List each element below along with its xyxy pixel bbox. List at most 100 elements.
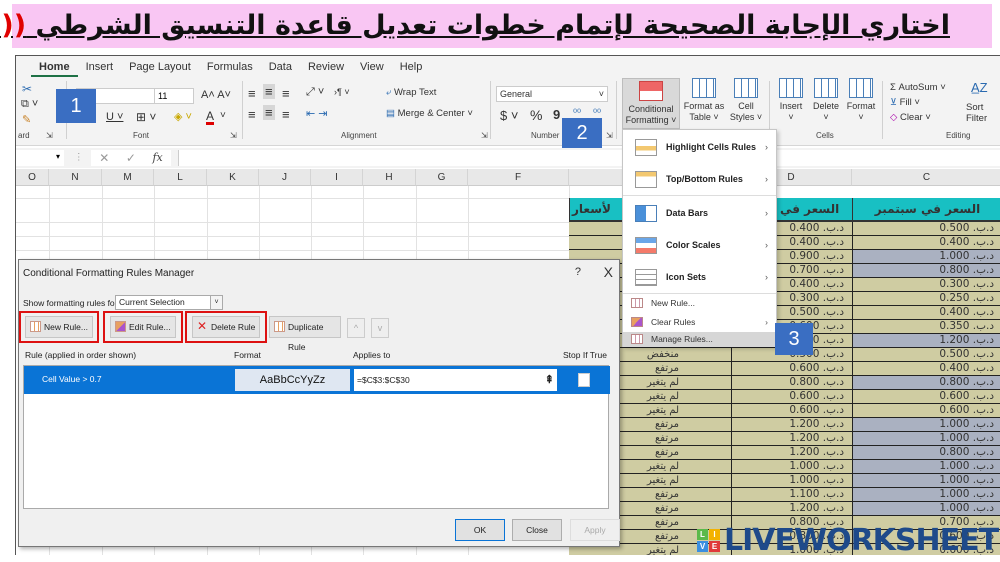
format-as-table-button[interactable]: Format as Table ˅ [682, 78, 726, 123]
cell-c[interactable]: د.ب. 0.400 [852, 362, 1000, 376]
tab-formulas[interactable]: Formulas [199, 61, 261, 77]
tab-review[interactable]: Review [300, 61, 352, 77]
number-format-select[interactable]: General ˅ [496, 86, 608, 102]
cell-c[interactable]: د.ب. 0.600 [852, 404, 1000, 418]
menu-item-new-rule[interactable]: New Rule... [623, 294, 776, 313]
clear-button[interactable]: ◇ Clear ˅ [890, 112, 931, 123]
column-header-i[interactable]: I [311, 169, 363, 186]
cell-c[interactable]: د.ب. 0.800 [852, 264, 1000, 278]
stop-if-true-checkbox[interactable] [578, 373, 590, 387]
column-header-l[interactable]: L [154, 169, 207, 186]
align-left-icon[interactable]: ≡ [248, 107, 256, 122]
cell-c[interactable]: د.ب. 1.000 [852, 474, 1000, 488]
drag-handle-icon[interactable]: ⋮ [74, 152, 84, 163]
cell-d[interactable]: د.ب. 1.000 [731, 474, 852, 488]
delete-cells-button[interactable]: Delete ˅ [809, 78, 843, 123]
sort-filter-button[interactable]: Sort Filter [966, 102, 987, 124]
tab-help[interactable]: Help [392, 61, 431, 77]
cell-c[interactable]: د.ب. 0.250 [852, 292, 1000, 306]
alignment-launcher-icon[interactable]: ⇲ [481, 131, 488, 140]
cell-d[interactable]: د.ب. 1.200 [731, 446, 852, 460]
merge-center-button[interactable]: ▤ Merge & Center ˅ [386, 108, 473, 119]
menu-item-icon-sets[interactable]: Icon Sets › [623, 262, 776, 292]
font-color-icon[interactable]: A [206, 110, 215, 125]
cell-c[interactable]: د.ب. 1.000 [852, 418, 1000, 432]
column-header-j[interactable]: J [259, 169, 311, 186]
cell-d[interactable]: د.ب. 1.200 [731, 418, 852, 432]
tab-view[interactable]: View [352, 61, 392, 77]
column-header-n[interactable]: N [49, 169, 102, 186]
column-header-g[interactable]: G [416, 169, 468, 186]
close-icon[interactable]: X [604, 264, 613, 280]
move-down-button[interactable]: v [371, 318, 389, 338]
cell-c[interactable]: د.ب. 1.000 [852, 502, 1000, 516]
menu-item-manage-rules[interactable]: Manage Rules... [623, 332, 776, 347]
cell-styles-button[interactable]: Cell Styles ˅ [726, 78, 766, 123]
align-center-icon[interactable]: ≡ [263, 105, 275, 120]
cell-d[interactable]: د.ب. 0.600 [731, 404, 852, 418]
cell-d[interactable]: د.ب. 1.200 [731, 432, 852, 446]
cell-c[interactable]: د.ب. 0.500 [852, 348, 1000, 362]
insert-cells-button[interactable]: Insert ˅ [776, 78, 806, 123]
help-button[interactable]: ? [575, 266, 581, 278]
grow-font-icon[interactable]: A˄ A˅ [201, 89, 231, 101]
cell-c[interactable]: د.ب. 0.600 [852, 390, 1000, 404]
menu-item-data-bars[interactable]: Data Bars › [623, 198, 776, 228]
column-header-h[interactable]: H [363, 169, 416, 186]
align-middle-icon[interactable]: ≡ [263, 84, 275, 99]
conditional-formatting-button[interactable]: Conditional Formatting ˅ [622, 78, 680, 129]
borders-icon[interactable]: ⊞ ˅ [136, 110, 156, 124]
name-box[interactable]: ▾ [16, 150, 64, 166]
tab-home[interactable]: Home [31, 61, 78, 77]
column-header-m[interactable]: M [102, 169, 154, 186]
column-header-c[interactable]: C [852, 169, 1000, 186]
enter-icon[interactable]: ✓ [126, 150, 136, 166]
cell-d[interactable]: د.ب. 1.100 [731, 488, 852, 502]
cell-c[interactable]: د.ب. 1.000 [852, 250, 1000, 264]
cell-c[interactable]: د.ب. 1.200 [852, 334, 1000, 348]
align-top-icon[interactable]: ≡ [248, 86, 256, 101]
format-cells-button[interactable]: Format ˅ [844, 78, 878, 123]
autosum-button[interactable]: Σ AutoSum ˅ [890, 82, 946, 93]
currency-button[interactable]: $ ˅ [500, 108, 518, 123]
menu-item-top-bottom-rules[interactable]: Top/Bottom Rules › [623, 164, 776, 194]
duplicate-rule-button[interactable]: Duplicate Rule [269, 316, 341, 352]
close-button[interactable]: Close [512, 519, 562, 541]
ok-button[interactable]: OK [455, 519, 505, 541]
font-launcher-icon[interactable]: ⇲ [230, 131, 237, 140]
menu-item-color-scales[interactable]: Color Scales › [623, 230, 776, 260]
show-rules-select[interactable]: Current Selection ˅ [115, 295, 223, 310]
align-bottom-icon[interactable]: ≡ [282, 86, 290, 101]
fill-button[interactable]: ⊻ Fill ˅ [890, 97, 920, 108]
cell-d[interactable]: د.ب. 0.600 [731, 362, 852, 376]
collapse-range-icon[interactable]: ⇞ [545, 369, 554, 391]
header-cell-c[interactable]: السعر في سبتمبر [852, 198, 1000, 222]
font-size-input[interactable]: 11 [154, 88, 194, 104]
move-up-button[interactable]: ^ [347, 318, 365, 338]
cell-c[interactable]: د.ب. 1.000 [852, 488, 1000, 502]
fill-color-icon[interactable]: ◈ ˅ [174, 110, 192, 123]
cut-icon[interactable]: ✂ [22, 82, 32, 96]
wrap-text-button[interactable]: ⤶ Wrap Text [386, 87, 436, 98]
cell-c[interactable]: د.ب. 0.800 [852, 376, 1000, 390]
rule-applies-to-input[interactable]: =$C$3:$C$30 ⇞ [354, 369, 557, 391]
column-header-o[interactable]: O [16, 169, 49, 186]
cell-c[interactable]: د.ب. 0.400 [852, 306, 1000, 320]
cell-c[interactable]: د.ب. 0.400 [852, 236, 1000, 250]
menu-item-highlight-cells-rules[interactable]: Highlight Cells Rules › [623, 132, 776, 162]
cell-c[interactable]: د.ب. 0.800 [852, 446, 1000, 460]
orientation-icon[interactable]: ⤢ ˅ [306, 86, 324, 99]
underline-icon[interactable]: U ˅ [106, 111, 123, 123]
function-icon[interactable]: fx [152, 150, 162, 166]
apply-button[interactable]: Apply [570, 519, 620, 541]
copy-icon[interactable]: ⧉ ˅ [21, 98, 38, 111]
decrease-indent-icon[interactable]: ⇤ ⇥ [306, 107, 328, 120]
column-header-f[interactable]: F [468, 169, 569, 186]
cell-d[interactable]: د.ب. 1.000 [731, 460, 852, 474]
column-header-k[interactable]: K [207, 169, 259, 186]
tab-page-layout[interactable]: Page Layout [121, 61, 199, 77]
cancel-icon[interactable]: ✕ [99, 150, 109, 166]
cell-d[interactable]: د.ب. 0.800 [731, 376, 852, 390]
tab-data[interactable]: Data [261, 61, 300, 77]
cell-c[interactable]: د.ب. 1.000 [852, 460, 1000, 474]
